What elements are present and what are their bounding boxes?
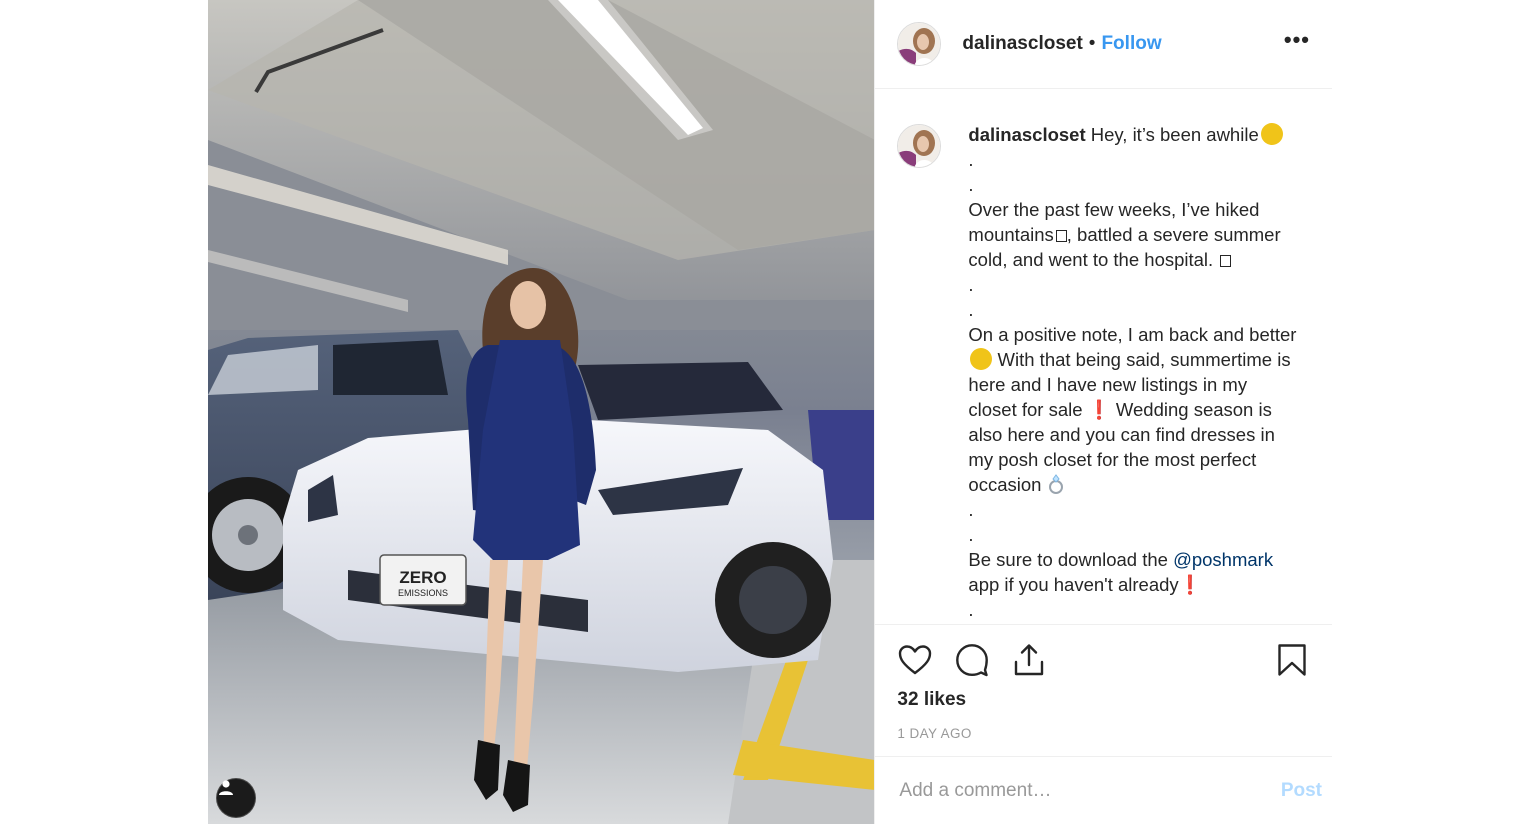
share-button[interactable] [1011, 642, 1047, 678]
follow-button[interactable]: Follow [1101, 33, 1161, 55]
exclamation-icon: ❗ [1178, 574, 1202, 595]
likes-count[interactable]: 32 likes [897, 689, 1310, 711]
user-tag-button[interactable] [216, 778, 256, 818]
like-button[interactable] [897, 642, 933, 678]
caption-text-segment: mountains [968, 224, 1054, 245]
comment-button[interactable] [954, 642, 990, 678]
share-icon [1015, 644, 1044, 676]
caption-line: here and I have new listings in my [968, 374, 1248, 395]
caption-line: dalinascloset Hey, it’s been awhile [968, 122, 1310, 147]
plate-text-sub: EMISSIONS [398, 588, 448, 598]
caption-line: mountains , battled a severe summer [968, 222, 1310, 247]
more-options-button[interactable]: ••• [1284, 27, 1310, 53]
caption-text-segment: occasion [968, 474, 1042, 495]
caption-text-segment: closet for sale [968, 399, 1083, 420]
caption-text-segment: Hey, it’s been awhile [1090, 124, 1259, 145]
bookmark-icon [1278, 644, 1306, 676]
caption-text-segment: With that being said, summertime is [992, 349, 1291, 370]
caption-avatar[interactable] [897, 124, 942, 168]
caption-text-segment: , battled a severe summer [1066, 224, 1281, 245]
avatar[interactable] [897, 22, 942, 66]
caption-text-segment: app if you haven't already [968, 574, 1179, 595]
see-no-evil-monkey-icon [1260, 123, 1283, 145]
post-author-username[interactable]: dalinascloset [962, 33, 1082, 55]
post-side-panel: dalinascloset • Follow ••• dalinascloset… [874, 0, 1332, 824]
heart-icon [899, 645, 932, 675]
missing-glyph-icon [1055, 230, 1067, 242]
caption-dot: . [968, 174, 974, 195]
caption-username[interactable]: dalinascloset [968, 124, 1085, 145]
action-bar: 32 likes 1 DAY AGO [875, 624, 1332, 756]
save-button[interactable] [1274, 642, 1310, 678]
instagram-post: ZERO EMISSIONS dalinascloset • Follow ••… [208, 0, 1332, 824]
mention-link[interactable]: @poshmark [1173, 549, 1273, 570]
post-photo[interactable]: ZERO EMISSIONS [208, 0, 875, 824]
caption-line: On a positive note, I am back and better [968, 324, 1297, 345]
photo-illustration: ZERO EMISSIONS [208, 0, 875, 824]
caption-line: Be sure to download the @poshmark [968, 547, 1310, 572]
comment-icon [956, 644, 989, 677]
caption-line: cold, and went to the hospital. [968, 247, 1310, 272]
plate-text-main: ZERO [399, 568, 446, 587]
add-comment-section: Post [875, 756, 1332, 824]
avatar-image [898, 125, 941, 167]
caption-text: dalinascloset Hey, it’s been awhile . . … [968, 122, 1310, 622]
icon-row [897, 625, 1310, 695]
caption-dot: . [968, 599, 974, 620]
caption-dot: . [968, 299, 974, 320]
caption-dot: . [968, 149, 974, 170]
caption-dot: . [968, 499, 974, 520]
post-header: dalinascloset • Follow ••• [875, 0, 1332, 89]
caption-row: dalinascloset Hey, it’s been awhile . . … [897, 122, 1310, 622]
caption-dot: . [968, 274, 974, 295]
caption-text-segment: Be sure to download the [968, 549, 1174, 570]
caption-text-segment: cold, and went to the hospital. [968, 249, 1214, 270]
caption-line: Over the past few weeks, I’ve hiked [968, 199, 1260, 220]
caption-line: also here and you can find dresses in [968, 424, 1275, 445]
person-icon [219, 780, 233, 795]
smiling-face-with-halo-icon [970, 348, 993, 370]
caption-dot: . [968, 524, 974, 545]
caption-line: app if you haven't already❗ [968, 572, 1310, 597]
separator-dot: • [1088, 33, 1096, 54]
caption-line: With that being said, summertime is [968, 347, 1310, 372]
caption-line: occasion [968, 472, 1310, 497]
caption-text-segment: Wedding season is [1110, 399, 1272, 420]
comment-input[interactable] [897, 778, 1271, 803]
ring-icon [1048, 474, 1063, 494]
caption-line: closet for sale ❗ Wedding season is [968, 397, 1310, 422]
avatar-image [898, 23, 941, 65]
caption-area: dalinascloset Hey, it’s been awhile . . … [875, 90, 1332, 624]
exclamation-icon: ❗ [1087, 399, 1111, 420]
post-timestamp[interactable]: 1 DAY AGO [897, 726, 1310, 741]
post-comment-button[interactable]: Post [1271, 780, 1322, 802]
caption-line: my posh closet for the most perfect [968, 449, 1257, 470]
missing-glyph-icon [1220, 255, 1232, 267]
